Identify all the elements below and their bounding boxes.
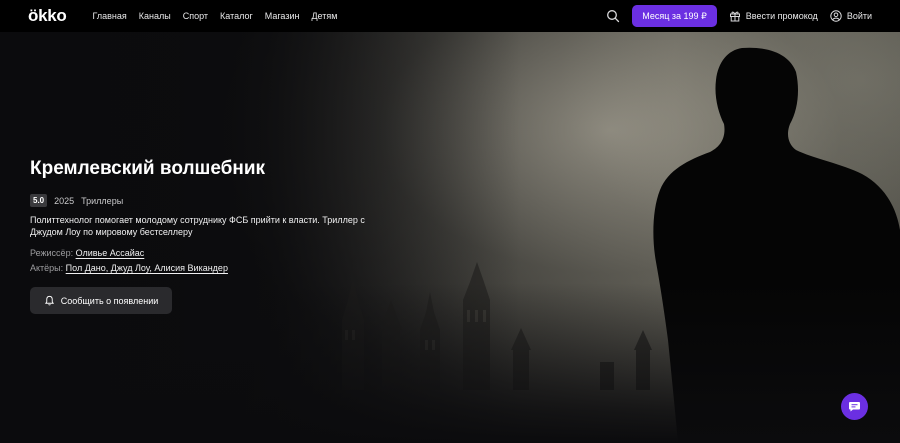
actors-link[interactable]: Пол Дано, Джуд Лоу, Алисия Викандер bbox=[66, 263, 228, 273]
notify-label: Сообщить о появлении bbox=[60, 295, 159, 306]
subscribe-button[interactable]: Месяц за 199 ₽ bbox=[632, 5, 717, 27]
promo-code-button[interactable]: Ввести промокод bbox=[729, 10, 818, 22]
notify-button[interactable]: Сообщить о появлении bbox=[30, 287, 172, 314]
main-nav: Главная Каналы Спорт Каталог Магазин Дет… bbox=[92, 11, 337, 21]
movie-description: Политтехнолог помогает молодому сотрудни… bbox=[30, 215, 365, 237]
search-icon[interactable] bbox=[606, 9, 620, 23]
chat-button[interactable] bbox=[841, 393, 868, 420]
movie-meta: 5.0 2025 Триллеры bbox=[30, 194, 410, 207]
bell-icon bbox=[44, 295, 54, 306]
nav-item-sport[interactable]: Спорт bbox=[183, 11, 208, 21]
okko-logo[interactable]: ökko bbox=[28, 6, 67, 26]
movie-title: Кремлевский волшебник bbox=[30, 158, 266, 179]
nav-item-kids[interactable]: Детям bbox=[311, 11, 337, 21]
nav-item-home[interactable]: Главная bbox=[92, 11, 126, 21]
gift-icon bbox=[729, 11, 740, 22]
actors-label: Актёры: bbox=[30, 263, 64, 273]
movie-info: Кремлевский волшебник 5.0 2025 Триллеры … bbox=[30, 158, 410, 314]
director-link[interactable]: Оливье Ассайас bbox=[76, 248, 145, 258]
nav-item-channels[interactable]: Каналы bbox=[139, 11, 171, 21]
user-icon bbox=[830, 10, 842, 22]
top-header: ökko Главная Каналы Спорт Каталог Магази… bbox=[0, 0, 900, 32]
movie-year: 2025 bbox=[54, 195, 75, 206]
nav-item-catalog[interactable]: Каталог bbox=[220, 11, 253, 21]
rating-badge: 5.0 bbox=[30, 194, 48, 207]
promo-code-label: Ввести промокод bbox=[745, 11, 818, 21]
header-actions: Месяц за 199 ₽ Ввести промокод Войти bbox=[606, 5, 872, 27]
chat-icon bbox=[849, 402, 860, 412]
actors-row: Актёры: Пол Дано, Джуд Лоу, Алисия Викан… bbox=[30, 263, 410, 273]
director-row: Режиссёр: Оливье Ассайас bbox=[30, 248, 410, 258]
nav-item-store[interactable]: Магазин bbox=[265, 11, 300, 21]
movie-genre[interactable]: Триллеры bbox=[81, 196, 123, 206]
login-button[interactable]: Войти bbox=[830, 10, 872, 22]
login-label: Войти bbox=[846, 11, 872, 21]
director-label: Режиссёр: bbox=[30, 248, 74, 258]
